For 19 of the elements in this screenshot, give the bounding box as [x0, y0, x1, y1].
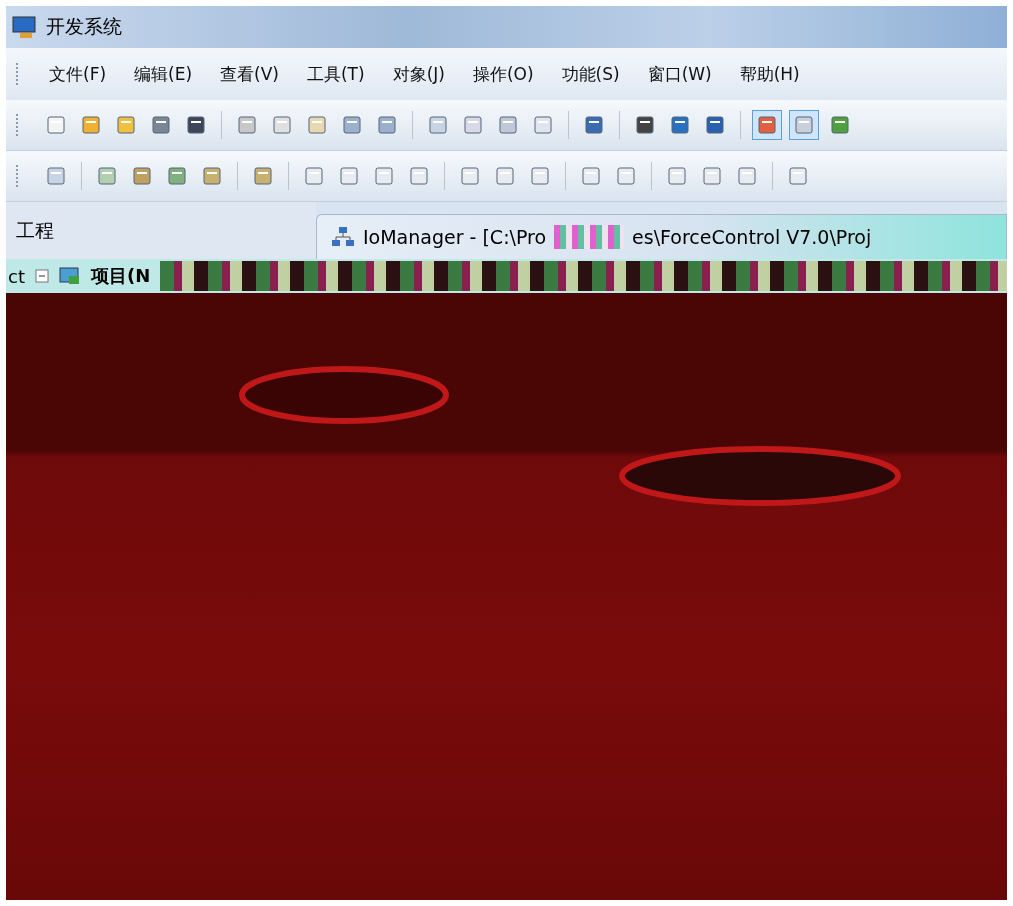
child-window-title: es\ForceControl V7.0\Proj — [632, 226, 872, 248]
menu-item[interactable]: 窗口(W) — [633, 58, 726, 90]
project-icon — [58, 266, 81, 286]
menu-item[interactable]: 对象(J) — [378, 58, 459, 90]
network-icon — [331, 226, 355, 248]
menu-item[interactable]: 功能(S) — [547, 58, 634, 90]
menu-item[interactable]: 编辑(E) — [120, 58, 207, 90]
tree-text: ct — [8, 265, 25, 287]
panel-title: 工程 — [16, 217, 54, 243]
menu-item[interactable]: 工具(T) — [292, 58, 379, 90]
menu-item[interactable]: 文件(F) — [35, 58, 121, 90]
collapse-icon[interactable] — [34, 269, 49, 283]
glitch-pattern — [554, 225, 625, 249]
window-title: 开发系统 — [46, 14, 122, 39]
menu-item[interactable]: 操作(O) — [458, 58, 548, 90]
child-window-title: IoManager - [C:\Pro — [363, 226, 547, 248]
tree-item[interactable]: 项目(N — [90, 264, 151, 288]
menu-item[interactable]: 查看(V) — [206, 58, 293, 90]
menu-item[interactable]: 帮助(H) — [725, 58, 814, 90]
